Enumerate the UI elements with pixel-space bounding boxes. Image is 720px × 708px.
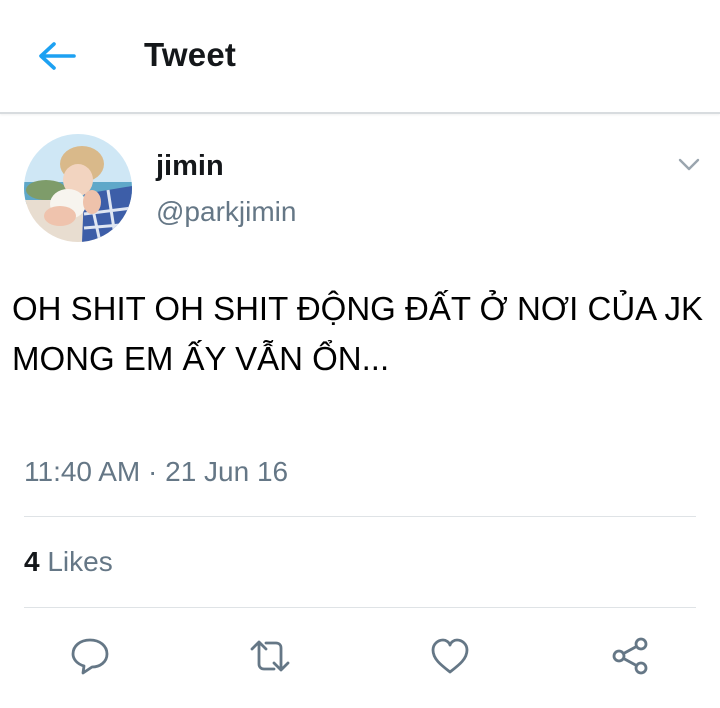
back-button[interactable]: [34, 36, 78, 76]
tweet-menu-button[interactable]: [674, 150, 704, 180]
reply-icon: [71, 638, 109, 675]
likes-count: 4: [24, 546, 40, 577]
tweet-timestamp: 11:40 AM · 21 Jun 16: [24, 456, 288, 488]
likes-label: Likes: [47, 546, 113, 577]
share-icon: [612, 637, 648, 675]
likes-stat[interactable]: 4 Likes: [24, 546, 113, 578]
tweet-time: 11:40 AM: [24, 456, 141, 487]
reply-button[interactable]: [68, 634, 112, 678]
author-handle[interactable]: @parkjimin: [156, 196, 296, 228]
share-button[interactable]: [608, 634, 652, 678]
heart-icon: [431, 638, 469, 674]
author-display-name[interactable]: jimin: [156, 150, 224, 183]
retweet-icon: [250, 640, 290, 672]
retweet-button[interactable]: [248, 634, 292, 678]
arrow-left-icon: [39, 42, 76, 70]
divider: [24, 516, 696, 517]
like-button[interactable]: [428, 634, 472, 678]
profile-photo: [24, 134, 132, 242]
timestamp-separator: ·: [148, 456, 158, 487]
tweet-date: 21 Jun 16: [165, 456, 289, 487]
page-title: Tweet: [144, 36, 237, 73]
app-header: Tweet: [0, 0, 720, 114]
tweet-text: OH SHIT OH SHIT ĐỘNG ĐẤT Ở NƠI CỦA JK MO…: [12, 290, 704, 377]
avatar[interactable]: [24, 134, 132, 242]
divider: [24, 607, 696, 608]
chevron-down-icon: [678, 158, 700, 171]
